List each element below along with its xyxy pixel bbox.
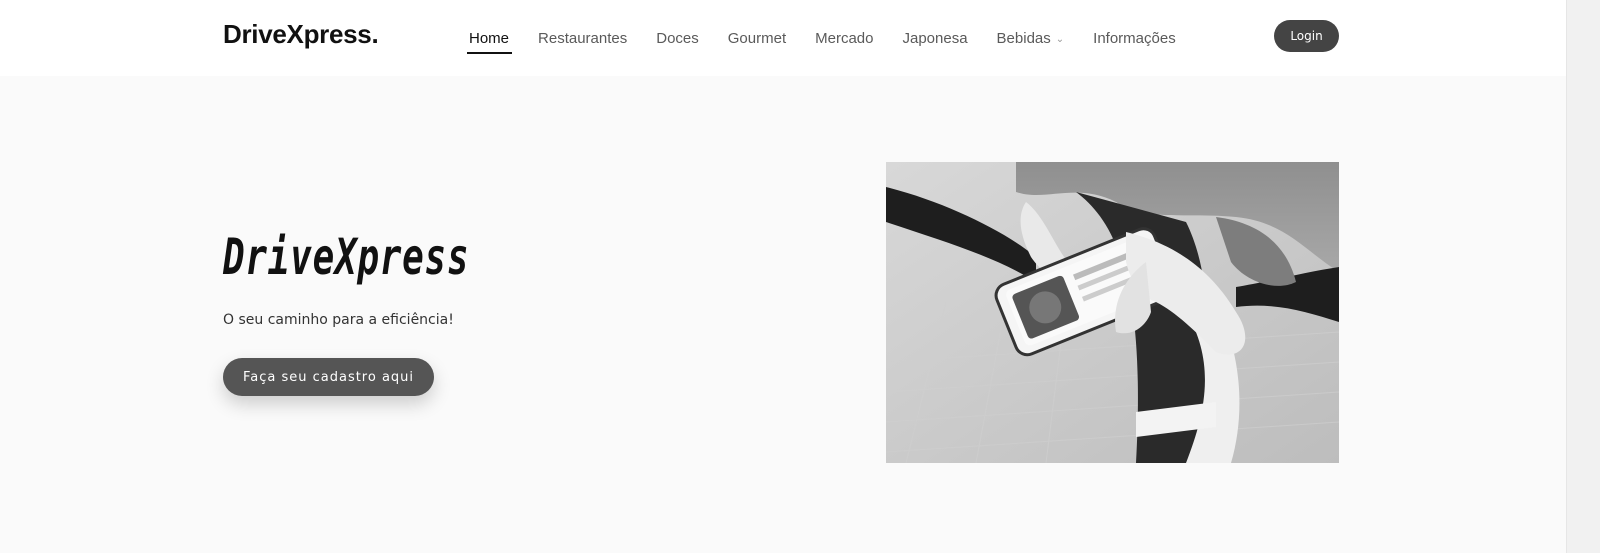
nav-item-bebidas[interactable]: Bebidas ⌄ (997, 30, 1065, 47)
hero-subtitle: O seu caminho para a eficiência! (223, 312, 454, 328)
nav-item-doces[interactable]: Doces (656, 30, 699, 47)
site-logo[interactable]: DriveXpress. (223, 19, 379, 50)
nav-item-bebidas-label: Bebidas (996, 29, 1051, 47)
nav-item-home[interactable]: Home (466, 30, 513, 54)
phone-photo-icon (886, 162, 1339, 463)
site-header: DriveXpress. Home Restaurantes Doces Gou… (0, 0, 1566, 76)
chevron-down-icon: ⌄ (1055, 33, 1065, 45)
main-nav: Home Restaurantes Doces Gourmet Mercado … (466, 0, 1205, 76)
nav-item-informacoes[interactable]: Informações (1093, 30, 1176, 47)
nav-item-mercado[interactable]: Mercado (815, 30, 873, 47)
signup-button[interactable]: Faça seu cadastro aqui (223, 358, 434, 396)
login-button[interactable]: Login (1274, 20, 1339, 52)
scrollbar[interactable] (1566, 0, 1600, 553)
nav-item-restaurantes[interactable]: Restaurantes (538, 30, 627, 47)
hero-image (886, 162, 1339, 463)
nav-item-japonesa[interactable]: Japonesa (902, 30, 967, 47)
hero-title: DriveXpress (223, 228, 470, 286)
nav-item-gourmet[interactable]: Gourmet (728, 30, 786, 47)
